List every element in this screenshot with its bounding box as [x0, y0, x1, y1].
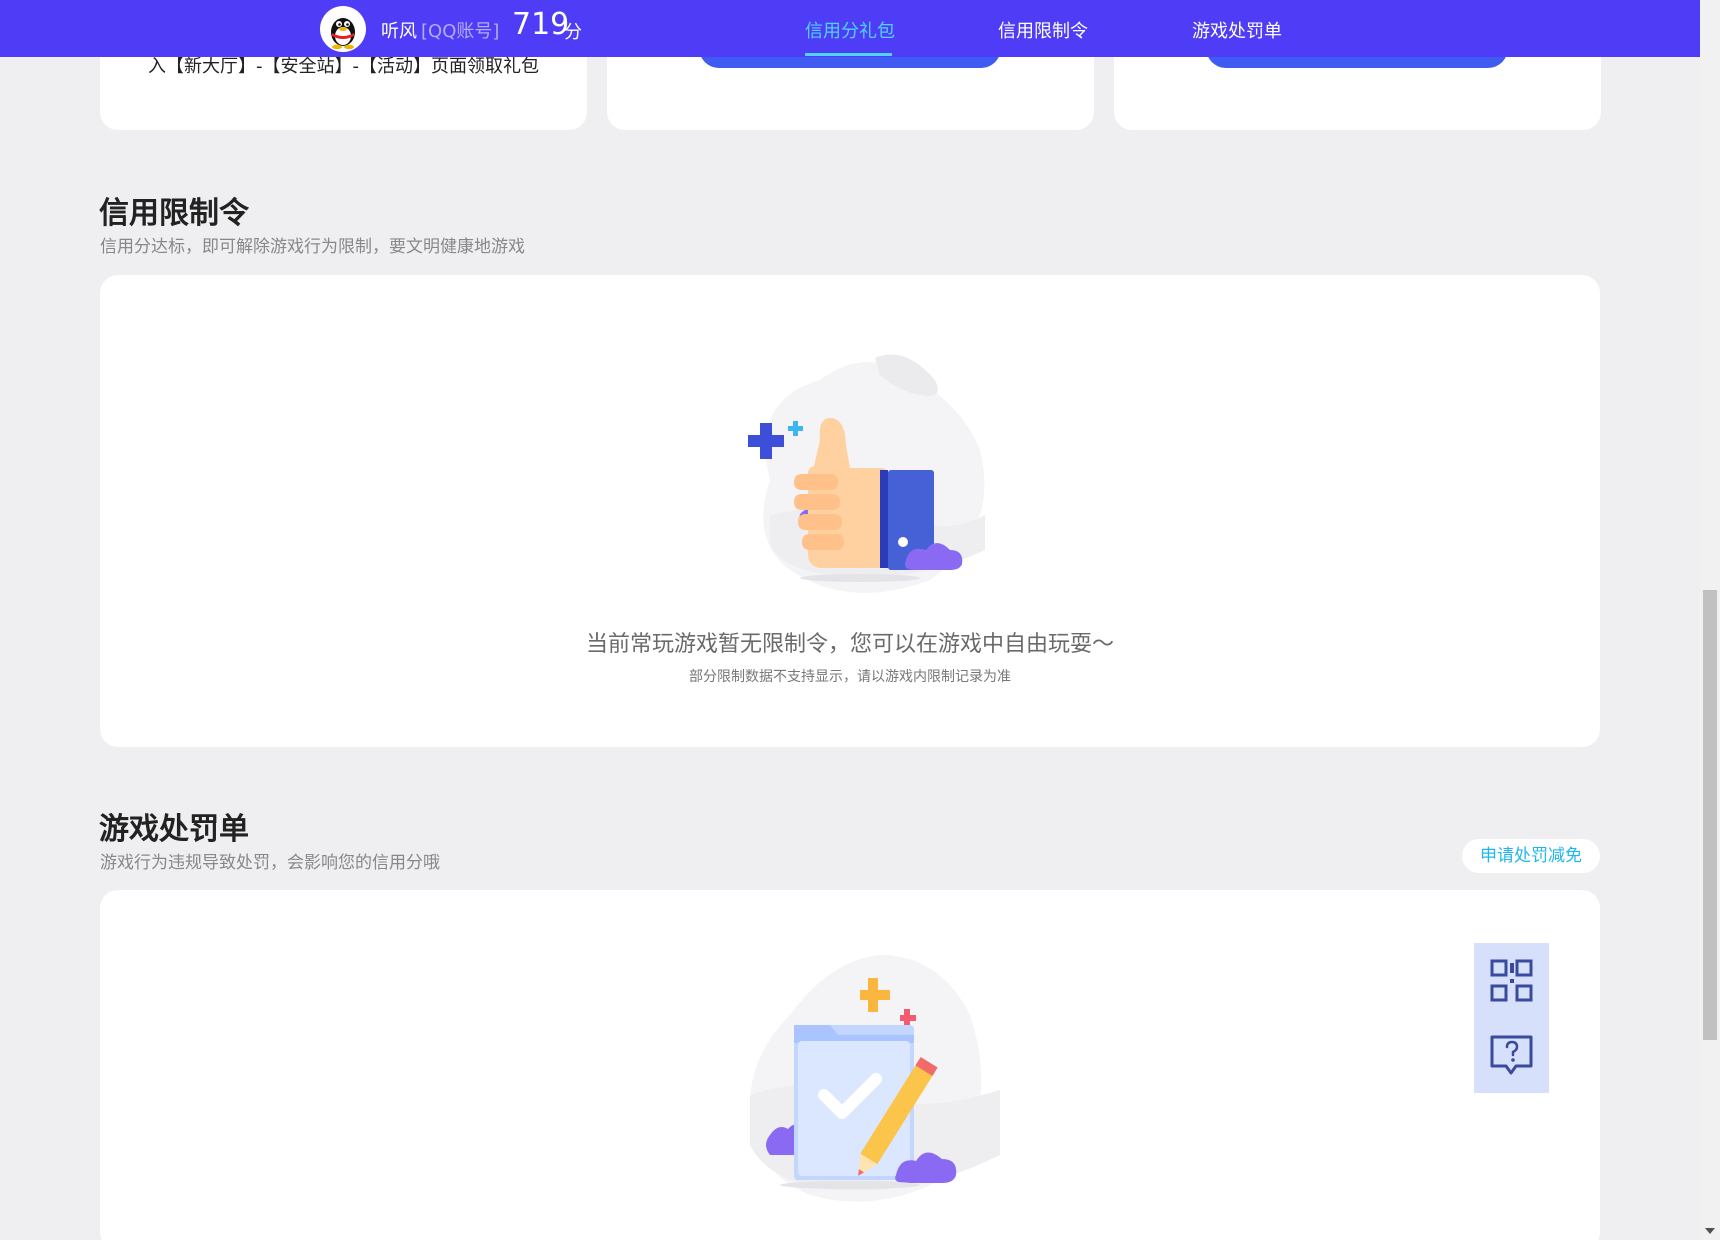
- thumbs-up-icon: [748, 354, 985, 593]
- tab-credit-gift[interactable]: 信用分礼包: [805, 17, 895, 43]
- restriction-section-title: 信用限制令: [99, 196, 249, 231]
- checklist-pencil-icon: [750, 955, 1000, 1202]
- scrollbar-thumb[interactable]: [1703, 590, 1717, 1040]
- account-type-label: [QQ账号]: [421, 21, 500, 42]
- tab-game-penalty[interactable]: 游戏处罚单: [1192, 17, 1282, 43]
- credit-score-unit: 分: [564, 22, 582, 43]
- qq-penguin-icon: [331, 18, 355, 50]
- tab-credit-restriction[interactable]: 信用限制令: [998, 17, 1088, 43]
- qr-code-button[interactable]: [1474, 943, 1549, 1018]
- credit-score-value: 719: [512, 7, 570, 42]
- top-nav-bar: 听风 [QQ账号] 719 分 信用分礼包 信用限制令 游戏处罚单: [0, 0, 1700, 57]
- help-chat-icon: [1490, 1035, 1533, 1075]
- penalty-section-title: 游戏处罚单: [99, 812, 249, 847]
- penalty-section-subtitle: 游戏行为违规导致处罚，会影响您的信用分哦: [100, 853, 440, 873]
- restriction-empty-message: 当前常玩游戏暂无限制令，您可以在游戏中自由玩耍～: [585, 632, 1114, 657]
- username: 听风: [381, 21, 417, 42]
- restriction-section-subtitle: 信用分达标，即可解除游戏行为限制，要文明健康地游戏: [100, 237, 525, 257]
- active-tab-indicator: [805, 53, 892, 56]
- apply-penalty-reduction-button[interactable]: 申请处罚减免: [1462, 839, 1600, 873]
- scroll-down-arrow[interactable]: [1705, 1228, 1715, 1234]
- help-chat-button[interactable]: [1474, 1018, 1549, 1093]
- avatar[interactable]: [320, 6, 366, 52]
- qr-code-icon: [1490, 959, 1533, 1002]
- restriction-empty-note: 部分限制数据不支持显示，请以游戏内限制记录为准: [689, 669, 1011, 685]
